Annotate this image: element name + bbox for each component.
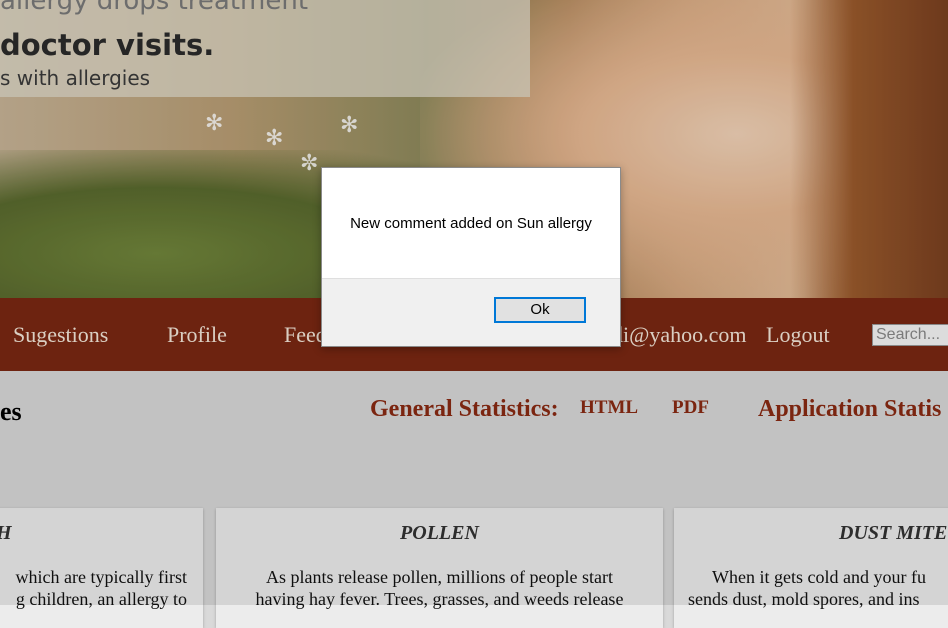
alert-dialog: New comment added on Sun allergy Ok: [321, 167, 621, 347]
alert-footer: Ok: [322, 278, 620, 346]
alert-message: New comment added on Sun allergy: [350, 215, 592, 232]
ok-button[interactable]: Ok: [494, 297, 586, 323]
